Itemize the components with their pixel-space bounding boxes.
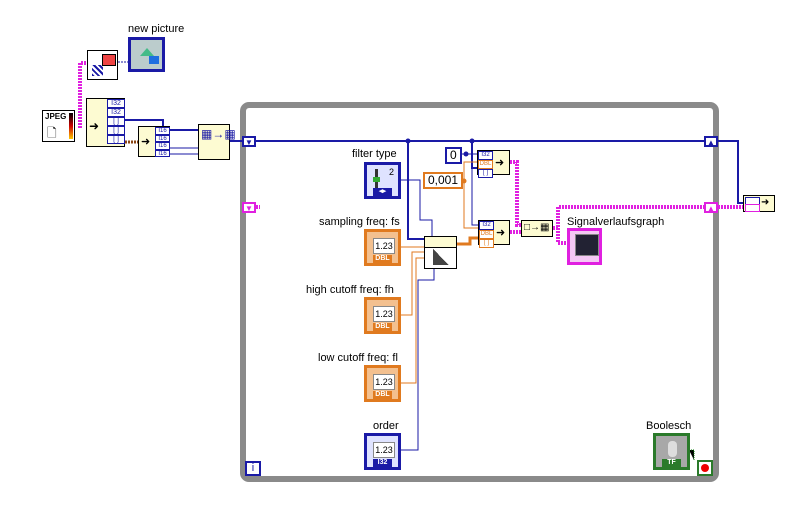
low-cutoff-label: low cutoff freq: fl [318, 352, 398, 364]
sampling-freq-control[interactable]: 1.23 DBL [364, 229, 401, 266]
shift-register-right-cluster[interactable]: ▲ [704, 202, 718, 213]
boolean-label: Boolesch [646, 420, 692, 432]
toggle-switch-icon [668, 441, 677, 457]
order-label: order [373, 420, 399, 432]
zero-constant[interactable]: 0 [445, 147, 462, 164]
shift-register-left-cluster[interactable]: ▼ [242, 202, 256, 213]
stop-icon [701, 464, 709, 472]
waveform-graph-indicator[interactable] [567, 228, 602, 265]
shift-register-left-int[interactable]: ▼ [242, 136, 256, 147]
dbl-wires [400, 161, 478, 384]
graph-label: Signalverlaufsgraph [567, 216, 665, 228]
order-control[interactable]: 1.23 I32 [364, 433, 401, 470]
enum-icon: ◂▸ [373, 188, 392, 196]
integer-wires [125, 119, 743, 451]
low-cutoff-control[interactable]: 1.23 DBL [364, 365, 401, 402]
loop-iteration-terminal: i [245, 461, 261, 476]
block-diagram: JPEG 🗋 new picture ➜ I32 I32 [ ] [ ] [ ]… [0, 0, 806, 520]
butterworth-filter-vi[interactable] [424, 236, 457, 269]
high-cutoff-control[interactable]: 1.23 DBL [364, 297, 401, 334]
unbundle-image-data[interactable]: ➜ I32 I32 [ ] [ ] [ ] [86, 98, 125, 147]
unbundle-rectangle[interactable]: ➜ I16 I16 I16 I16 [138, 126, 170, 157]
filter-type-control[interactable]: 2 ◂▸ [364, 162, 401, 199]
array-icon: ▦→▦ [201, 127, 236, 141]
new-picture-indicator[interactable] [128, 37, 165, 72]
bundle-waveform-2[interactable]: I32 DBL [ ] ➜ [478, 220, 510, 248]
filter-type-label: filter type [352, 148, 397, 160]
build-array-icon: □→▦ [524, 222, 550, 233]
build-array-function[interactable]: □→▦ [521, 220, 553, 237]
loop-stop-condition[interactable] [697, 460, 713, 476]
read-jpeg-file-icon[interactable]: JPEG 🗋 [42, 110, 75, 142]
high-cutoff-label: high cutoff freq: fh [306, 284, 394, 296]
unbundle-output[interactable]: ➜ [743, 195, 775, 212]
new-picture-label: new picture [128, 23, 185, 35]
shift-register-right-int[interactable]: ▲ [704, 136, 718, 147]
document-icon: 🗋 [47, 126, 57, 140]
bundle-waveform-1[interactable]: I32 DBL [ ] ➜ [477, 150, 510, 178]
filter-response-icon [433, 249, 449, 265]
stop-boolean-control[interactable]: TF [653, 433, 690, 470]
graph-icon [575, 234, 599, 256]
sampling-freq-label: sampling freq: fs [319, 216, 400, 228]
draw-flattened-pixmap-icon[interactable] [87, 50, 118, 80]
dt-constant[interactable]: 0,001 [423, 172, 464, 189]
array-subset-function[interactable]: ▦→▦ [198, 124, 236, 160]
